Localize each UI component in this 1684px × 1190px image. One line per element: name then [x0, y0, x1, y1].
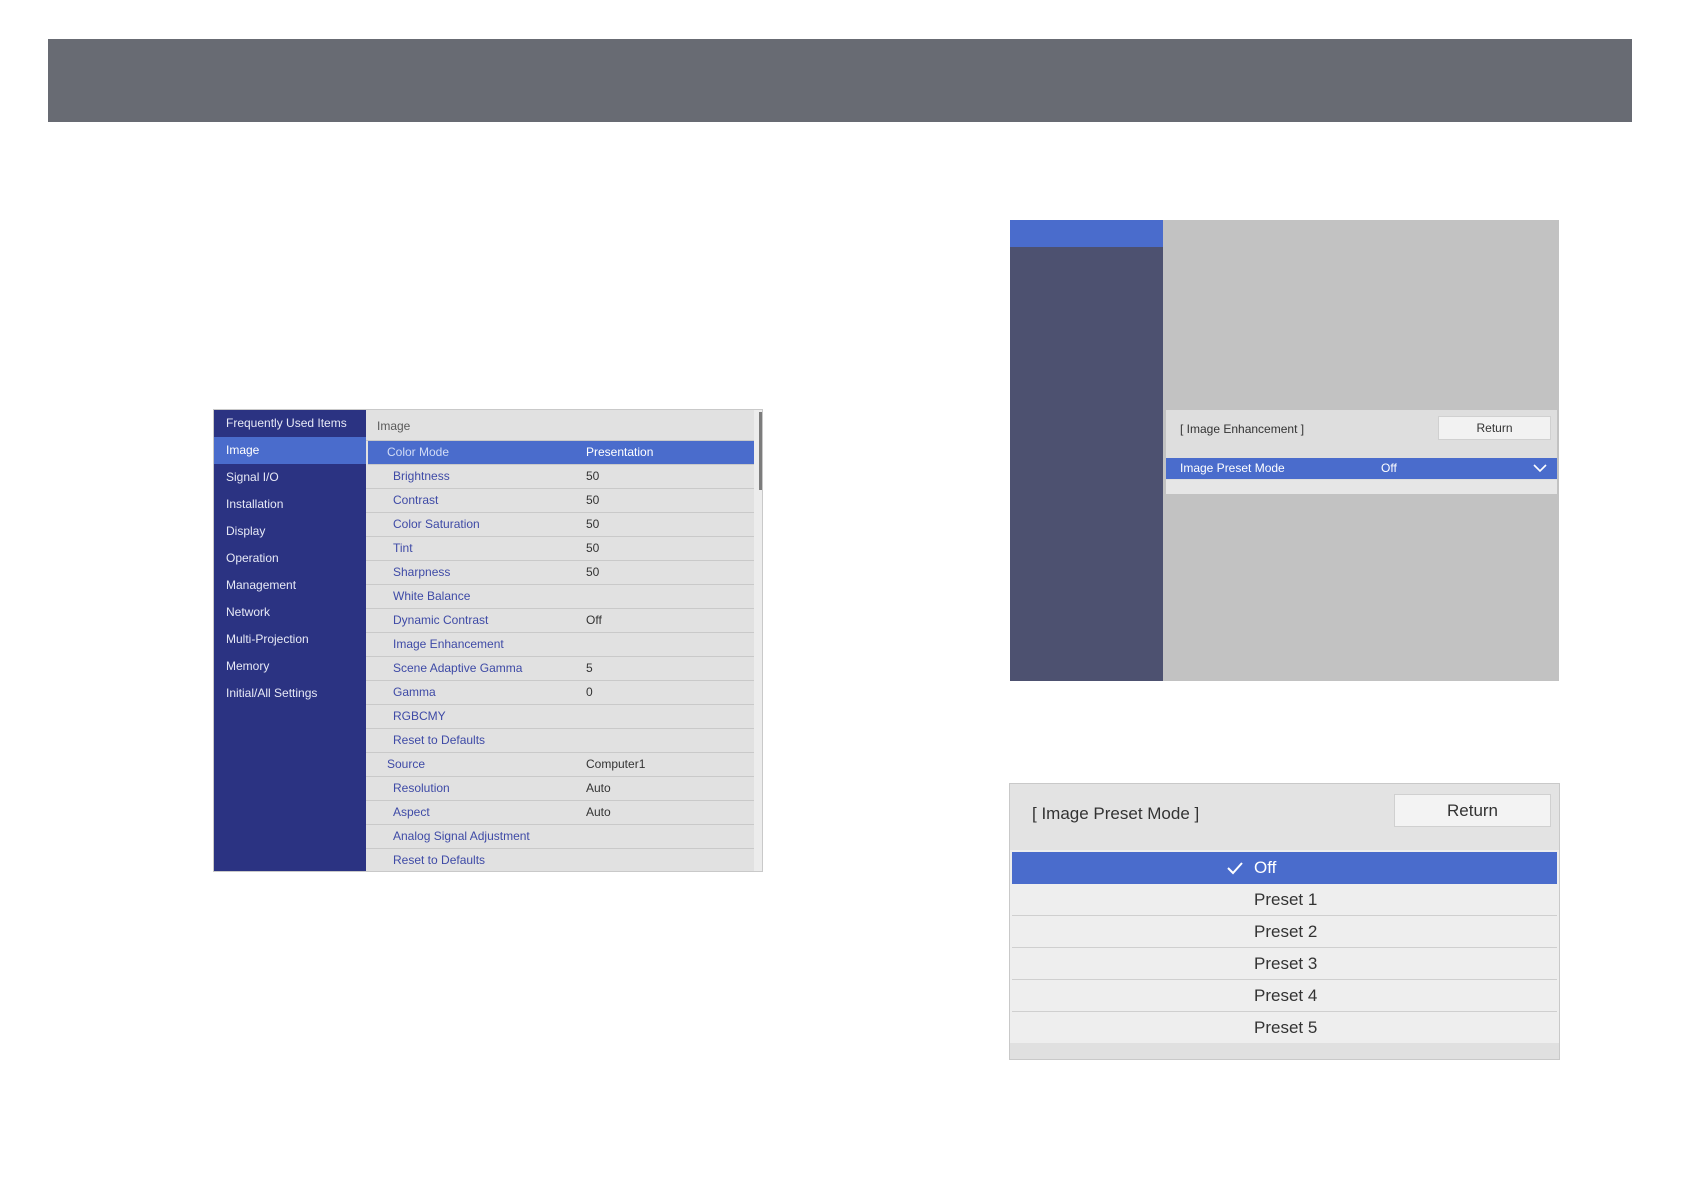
setting-label: RGBCMY	[393, 709, 446, 723]
setting-label: Scene Adaptive Gamma	[393, 661, 523, 675]
setting-value: Computer1	[586, 757, 646, 771]
scrollbar-thumb[interactable]	[759, 412, 762, 490]
panel-title: [ Image Enhancement ]	[1180, 422, 1305, 436]
setting-label: Sharpness	[393, 565, 451, 579]
setting-label: Analog Signal Adjustment	[393, 829, 530, 843]
settings-row-brightness[interactable]: Brightness 50	[366, 465, 754, 489]
preset-label: Preset 4	[1254, 986, 1318, 1005]
settings-list: Color Mode Presentation Brightness 50 Contra…	[366, 441, 754, 871]
settings-row-gamma[interactable]: Gamma 0	[366, 681, 754, 705]
setting-value: 50	[586, 517, 600, 531]
setting-value: 50	[586, 493, 600, 507]
preset-label: Preset 5	[1254, 1018, 1318, 1037]
setting-value: 0	[586, 685, 593, 699]
sidebar-item-initial-all-settings[interactable]: Initial/All Settings	[214, 680, 366, 707]
setting-value: Off	[586, 613, 602, 627]
setting-label: Tint	[393, 541, 413, 555]
setting-label: Brightness	[393, 469, 450, 483]
setting-label: White Balance	[393, 589, 471, 603]
settings-row-reset-to-defaults[interactable]: Reset to Defaults	[366, 849, 754, 871]
setting-label: Resolution	[393, 781, 450, 795]
image-enhancement-panel: [ Image Enhancement ] Return Image Prese…	[1166, 410, 1557, 494]
settings-row-image-enhancement[interactable]: Image Enhancement	[366, 633, 754, 657]
sidebar-item-display[interactable]: Display	[214, 518, 366, 545]
return-button[interactable]: Return	[1394, 794, 1551, 827]
preset-option-preset-5[interactable]: Preset 5	[1012, 1012, 1557, 1044]
preset-option-preset-1[interactable]: Preset 1	[1012, 884, 1557, 916]
menu-heading: Image	[366, 410, 754, 441]
settings-row-reset-to-defaults[interactable]: Reset to Defaults	[366, 729, 754, 753]
setting-value: 5	[586, 661, 593, 675]
setting-value: 50	[586, 541, 600, 555]
image-preset-mode-row[interactable]: Image Preset Mode Off	[1166, 458, 1557, 479]
preset-option-preset-2[interactable]: Preset 2	[1012, 916, 1557, 948]
preset-option-preset-3[interactable]: Preset 3	[1012, 948, 1557, 980]
settings-row-sharpness[interactable]: Sharpness 50	[366, 561, 754, 585]
list-footer	[1010, 1043, 1559, 1059]
sidebar-item-frequently-used-items[interactable]: Frequently Used Items	[214, 410, 366, 437]
sidebar-item-operation[interactable]: Operation	[214, 545, 366, 572]
preset-label: Off	[1254, 858, 1277, 877]
menu-main-panel: Image Color Mode Presentation Brightness 50…	[366, 410, 754, 871]
preset-option-preset-4[interactable]: Preset 4	[1012, 980, 1557, 1012]
setting-value: Presentation	[586, 445, 654, 459]
setting-label: Dynamic Contrast	[393, 613, 489, 627]
setting-value: 50	[586, 565, 600, 579]
sidebar-item-network[interactable]: Network	[214, 599, 366, 626]
chevron-down-icon	[1533, 464, 1547, 473]
preset-label: Preset 1	[1254, 890, 1318, 909]
settings-row-dynamic-contrast[interactable]: Dynamic Contrast Off	[366, 609, 754, 633]
setting-label: Reset to Defaults	[393, 733, 486, 747]
settings-row-source[interactable]: Source Computer1	[366, 753, 754, 777]
sidebar-item-memory[interactable]: Memory	[214, 653, 366, 680]
sidebar-item-installation[interactable]: Installation	[214, 491, 366, 518]
list-spacer	[1166, 480, 1557, 494]
panel-header: [ Image Preset Mode ] Return	[1010, 784, 1559, 850]
settings-row-contrast[interactable]: Contrast 50	[366, 489, 754, 513]
settings-row-white-balance[interactable]: White Balance	[366, 585, 754, 609]
menu-sidebar: Frequently Used Items Image Signal I/O Inst…	[214, 410, 366, 871]
image-preset-mode-menu: [ Image Preset Mode ] Return Off Preset 1…	[1010, 784, 1559, 1059]
setting-label: Source	[387, 757, 426, 771]
image-settings-menu: Frequently Used Items Image Signal I/O Inst…	[214, 410, 762, 871]
settings-row-color-saturation[interactable]: Color Saturation 50	[366, 513, 754, 537]
setting-label: Gamma	[393, 685, 436, 699]
preset-label: Preset 2	[1254, 922, 1318, 941]
setting-value: 50	[586, 469, 600, 483]
setting-value: Auto	[586, 805, 611, 819]
sidebar-item-signal-i-o[interactable]: Signal I/O	[214, 464, 366, 491]
setting-label: Image Enhancement	[393, 637, 504, 651]
header-bar	[48, 39, 1632, 122]
image-enhancement-menu: [ Image Enhancement ] Return Image Prese…	[1010, 220, 1559, 681]
setting-label: Color Saturation	[393, 517, 480, 531]
sidebar-item-management[interactable]: Management	[214, 572, 366, 599]
settings-row-resolution[interactable]: Resolution Auto	[366, 777, 754, 801]
setting-value: Auto	[586, 781, 611, 795]
checkmark-icon	[1227, 862, 1243, 875]
row-label: Image Preset Mode	[1180, 461, 1285, 475]
preset-label: Preset 3	[1254, 954, 1318, 973]
sidebar-item-multi-projection[interactable]: Multi-Projection	[214, 626, 366, 653]
setting-label: Reset to Defaults	[393, 853, 486, 867]
settings-row-tint[interactable]: Tint 50	[366, 537, 754, 561]
setting-label: Aspect	[393, 805, 430, 819]
settings-row-rgbcmy[interactable]: RGBCMY	[366, 705, 754, 729]
settings-row-analog-signal-adjustment[interactable]: Analog Signal Adjustment	[366, 825, 754, 849]
row-value: Off	[1381, 461, 1397, 475]
settings-row-aspect[interactable]: Aspect Auto	[366, 801, 754, 825]
return-button[interactable]: Return	[1438, 416, 1551, 440]
settings-row-scene-adaptive-gamma[interactable]: Scene Adaptive Gamma 5	[366, 657, 754, 681]
preset-list: Off Preset 1 Preset 2 Preset 3 Preset 4 Prese…	[1012, 852, 1557, 1044]
setting-label: Contrast	[393, 493, 439, 507]
panel-title: [ Image Preset Mode ]	[1032, 804, 1200, 823]
preset-option-off[interactable]: Off	[1012, 852, 1557, 884]
settings-row-color-mode[interactable]: Color Mode Presentation	[368, 441, 754, 465]
sidebar-selected-item[interactable]	[1010, 220, 1163, 247]
sidebar-item-image[interactable]: Image	[214, 437, 366, 464]
menu-sidebar	[1010, 220, 1163, 681]
setting-label: Color Mode	[387, 445, 450, 459]
